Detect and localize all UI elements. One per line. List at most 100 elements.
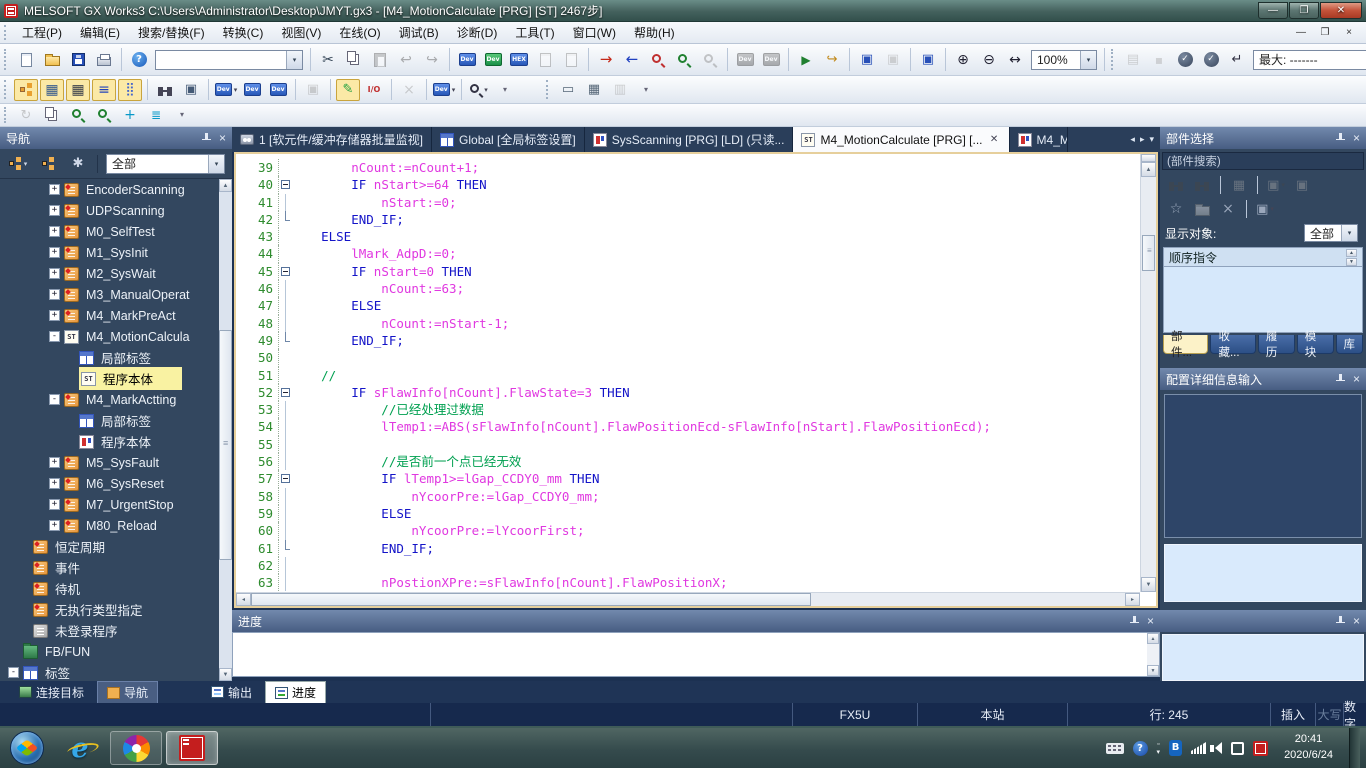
tree-item--[interactable]: 事件 <box>0 557 219 578</box>
tab-scroll-left-icon[interactable]: ◂ <box>1130 134 1135 145</box>
comment-block-button[interactable]: ▪ <box>1147 49 1171 71</box>
print-button[interactable] <box>92 49 116 71</box>
element-search-input[interactable]: (部件搜索) <box>1162 152 1364 170</box>
program-verify-button[interactable]: ✓ <box>1199 49 1223 71</box>
module-tool-button[interactable]: ▦ <box>582 79 606 101</box>
find-next-button[interactable] <box>698 49 722 71</box>
tab-global-label[interactable]: Global [全局标签设置] <box>432 127 585 152</box>
scroll-right-icon[interactable]: ▸ <box>1125 593 1140 606</box>
scroll-up-icon[interactable]: ▲ <box>1141 162 1156 177</box>
write-to-plc-button[interactable]: → <box>594 49 618 71</box>
taskbar-clock[interactable]: 20:41 2020/6/24 <box>1277 732 1340 764</box>
find-in-window-button[interactable]: ▣ <box>179 79 203 101</box>
close-tab-icon[interactable]: ✕ <box>988 133 1001 146</box>
tray-expand-icon[interactable]: ▫▾ <box>1157 741 1161 756</box>
tab-device-buffer-monitor[interactable]: 1 [软元件/缓冲存储器批量监视] <box>232 127 432 152</box>
tree-expander-icon[interactable]: + <box>49 247 60 258</box>
spin-up-icon[interactable]: ▲ <box>1346 249 1357 257</box>
edit-comment-button[interactable]: ≣ <box>144 104 168 126</box>
scroll-down-icon[interactable]: ▼ <box>219 668 232 681</box>
scroll-up-icon[interactable]: ▲ <box>1147 633 1159 644</box>
show-desktop-button[interactable] <box>1349 728 1360 768</box>
pin-icon[interactable] <box>1336 374 1345 384</box>
device-display-hex-button[interactable]: HEX <box>507 49 531 71</box>
tree-item-UDPScanning[interactable]: +UDPScanning <box>0 200 219 221</box>
online-change-find-button[interactable] <box>66 104 90 126</box>
menu--C-[interactable]: 转换(C) <box>214 23 273 43</box>
help-button[interactable]: ? <box>127 49 151 71</box>
element-tab-[interactable]: 履历 <box>1258 335 1295 354</box>
tab-list-icon[interactable]: ▾ <box>1149 134 1154 145</box>
parts-find-next-button[interactable] <box>1191 175 1213 195</box>
tree-expander-icon[interactable]: - <box>49 394 60 405</box>
fold-margin[interactable] <box>278 176 291 193</box>
open-window-gray-button[interactable]: ▣ <box>881 49 905 71</box>
element-tab-[interactable]: 部件... <box>1163 335 1208 354</box>
device-comment-display-button[interactable]: Dev <box>455 49 479 71</box>
menu--H-[interactable]: 帮助(H) <box>625 23 684 43</box>
tree-expander-icon[interactable]: + <box>49 205 60 216</box>
tab-m4-motioncalculate[interactable]: STM4_MotionCalculate [PRG] [...✕ <box>793 127 1009 152</box>
tree-item--[interactable]: 局部标签 <box>0 410 219 431</box>
device-display-eye-button[interactable]: Dev▾ <box>432 79 456 101</box>
pin-icon[interactable] <box>1130 616 1139 626</box>
save-project-button[interactable] <box>66 49 90 71</box>
menu--P-[interactable]: 工程(P) <box>13 23 71 43</box>
menu--W-[interactable]: 窗口(W) <box>564 23 625 43</box>
tree-filter-combo[interactable]: 全部 ▾ <box>106 154 225 174</box>
parts-close-window-button[interactable]: ▣ <box>1291 175 1313 195</box>
tree-item-M3_ManualOperat[interactable]: +M3_ManualOperat <box>0 284 219 305</box>
close-icon[interactable]: × <box>1353 373 1360 385</box>
device-comment-list-button[interactable]: ⣿ <box>118 79 142 101</box>
bluetooth-icon[interactable]: B <box>1169 740 1182 756</box>
overflow-row3-button[interactable]: ▾ <box>170 104 194 126</box>
gx-tray-icon[interactable] <box>1253 741 1268 756</box>
chevron-down-icon[interactable]: ▾ <box>1341 225 1357 241</box>
element-tab-[interactable]: 模块 <box>1297 335 1334 354</box>
fold-margin[interactable] <box>278 384 291 401</box>
mdi-restore-button[interactable]: ❐ <box>1316 25 1334 40</box>
monitor-window-button[interactable]: ▣ <box>916 49 940 71</box>
tree-item--[interactable]: 恒定周期 <box>0 536 219 557</box>
undo-button[interactable]: ↩ <box>394 49 418 71</box>
tree-item--[interactable]: 无执行类型指定 <box>0 599 219 620</box>
close-icon[interactable]: × <box>1147 615 1154 627</box>
tree-expander-icon[interactable]: - <box>49 331 60 342</box>
fit-width-button[interactable]: ↔ <box>1003 49 1027 71</box>
scroll-up-icon[interactable]: ▲ <box>219 179 232 192</box>
call-tree-button[interactable]: ↪ <box>820 49 844 71</box>
overflow-row2-button[interactable]: ▾ <box>493 79 517 101</box>
start-button[interactable] <box>10 731 44 765</box>
tree-item-M4_MarkPreAct[interactable]: +M4_MarkPreAct <box>0 305 219 326</box>
module-diagnostics-button[interactable]: ▥ <box>608 79 632 101</box>
chevron-down-icon[interactable]: ▾ <box>1080 51 1096 69</box>
parts-table-button[interactable]: ▦ <box>1228 175 1250 195</box>
cut-button[interactable]: ✂ <box>316 49 340 71</box>
label-editor-button[interactable]: ✎ <box>336 79 360 101</box>
statement-display-button[interactable] <box>533 49 557 71</box>
tab-m4-markactting[interactable]: M4_M <box>1010 127 1068 152</box>
tree-expander-icon[interactable]: + <box>49 478 60 489</box>
instruction-list-header[interactable]: 顺序指令 ▲▼ <box>1163 247 1363 267</box>
tree-expander-icon[interactable]: - <box>8 667 19 678</box>
tab-connection-target[interactable]: 连接目标 <box>10 681 93 703</box>
config-input-area[interactable] <box>1164 544 1362 602</box>
close-icon[interactable]: × <box>1353 615 1360 627</box>
syntax-check-button[interactable]: ✓ <box>1173 49 1197 71</box>
element-search-button[interactable]: ▾ <box>467 79 491 101</box>
favorite-folder-button[interactable] <box>1191 199 1213 219</box>
tree-item--[interactable]: 待机 <box>0 578 219 599</box>
tree-expander-icon[interactable]: + <box>49 184 60 195</box>
tree-item-M80_Reload[interactable]: +M80_Reload <box>0 515 219 536</box>
convert-button[interactable]: ↻ <box>14 104 38 126</box>
pin-icon[interactable] <box>1336 133 1345 143</box>
device-memory-batch-button[interactable]: Dev <box>266 79 290 101</box>
favorite-star-button[interactable]: ☆ <box>1165 199 1187 219</box>
tree-expander-icon[interactable]: + <box>49 289 60 300</box>
overflow-row2b-button[interactable]: ▾ <box>634 79 658 101</box>
tree-expander-icon[interactable]: + <box>49 520 60 531</box>
scroll-left-icon[interactable]: ◂ <box>236 593 251 606</box>
zoom-out-button[interactable]: ⊖ <box>977 49 1001 71</box>
tree-item-EncoderScanning[interactable]: +EncoderScanning <box>0 179 219 200</box>
pin-icon[interactable] <box>202 133 211 143</box>
